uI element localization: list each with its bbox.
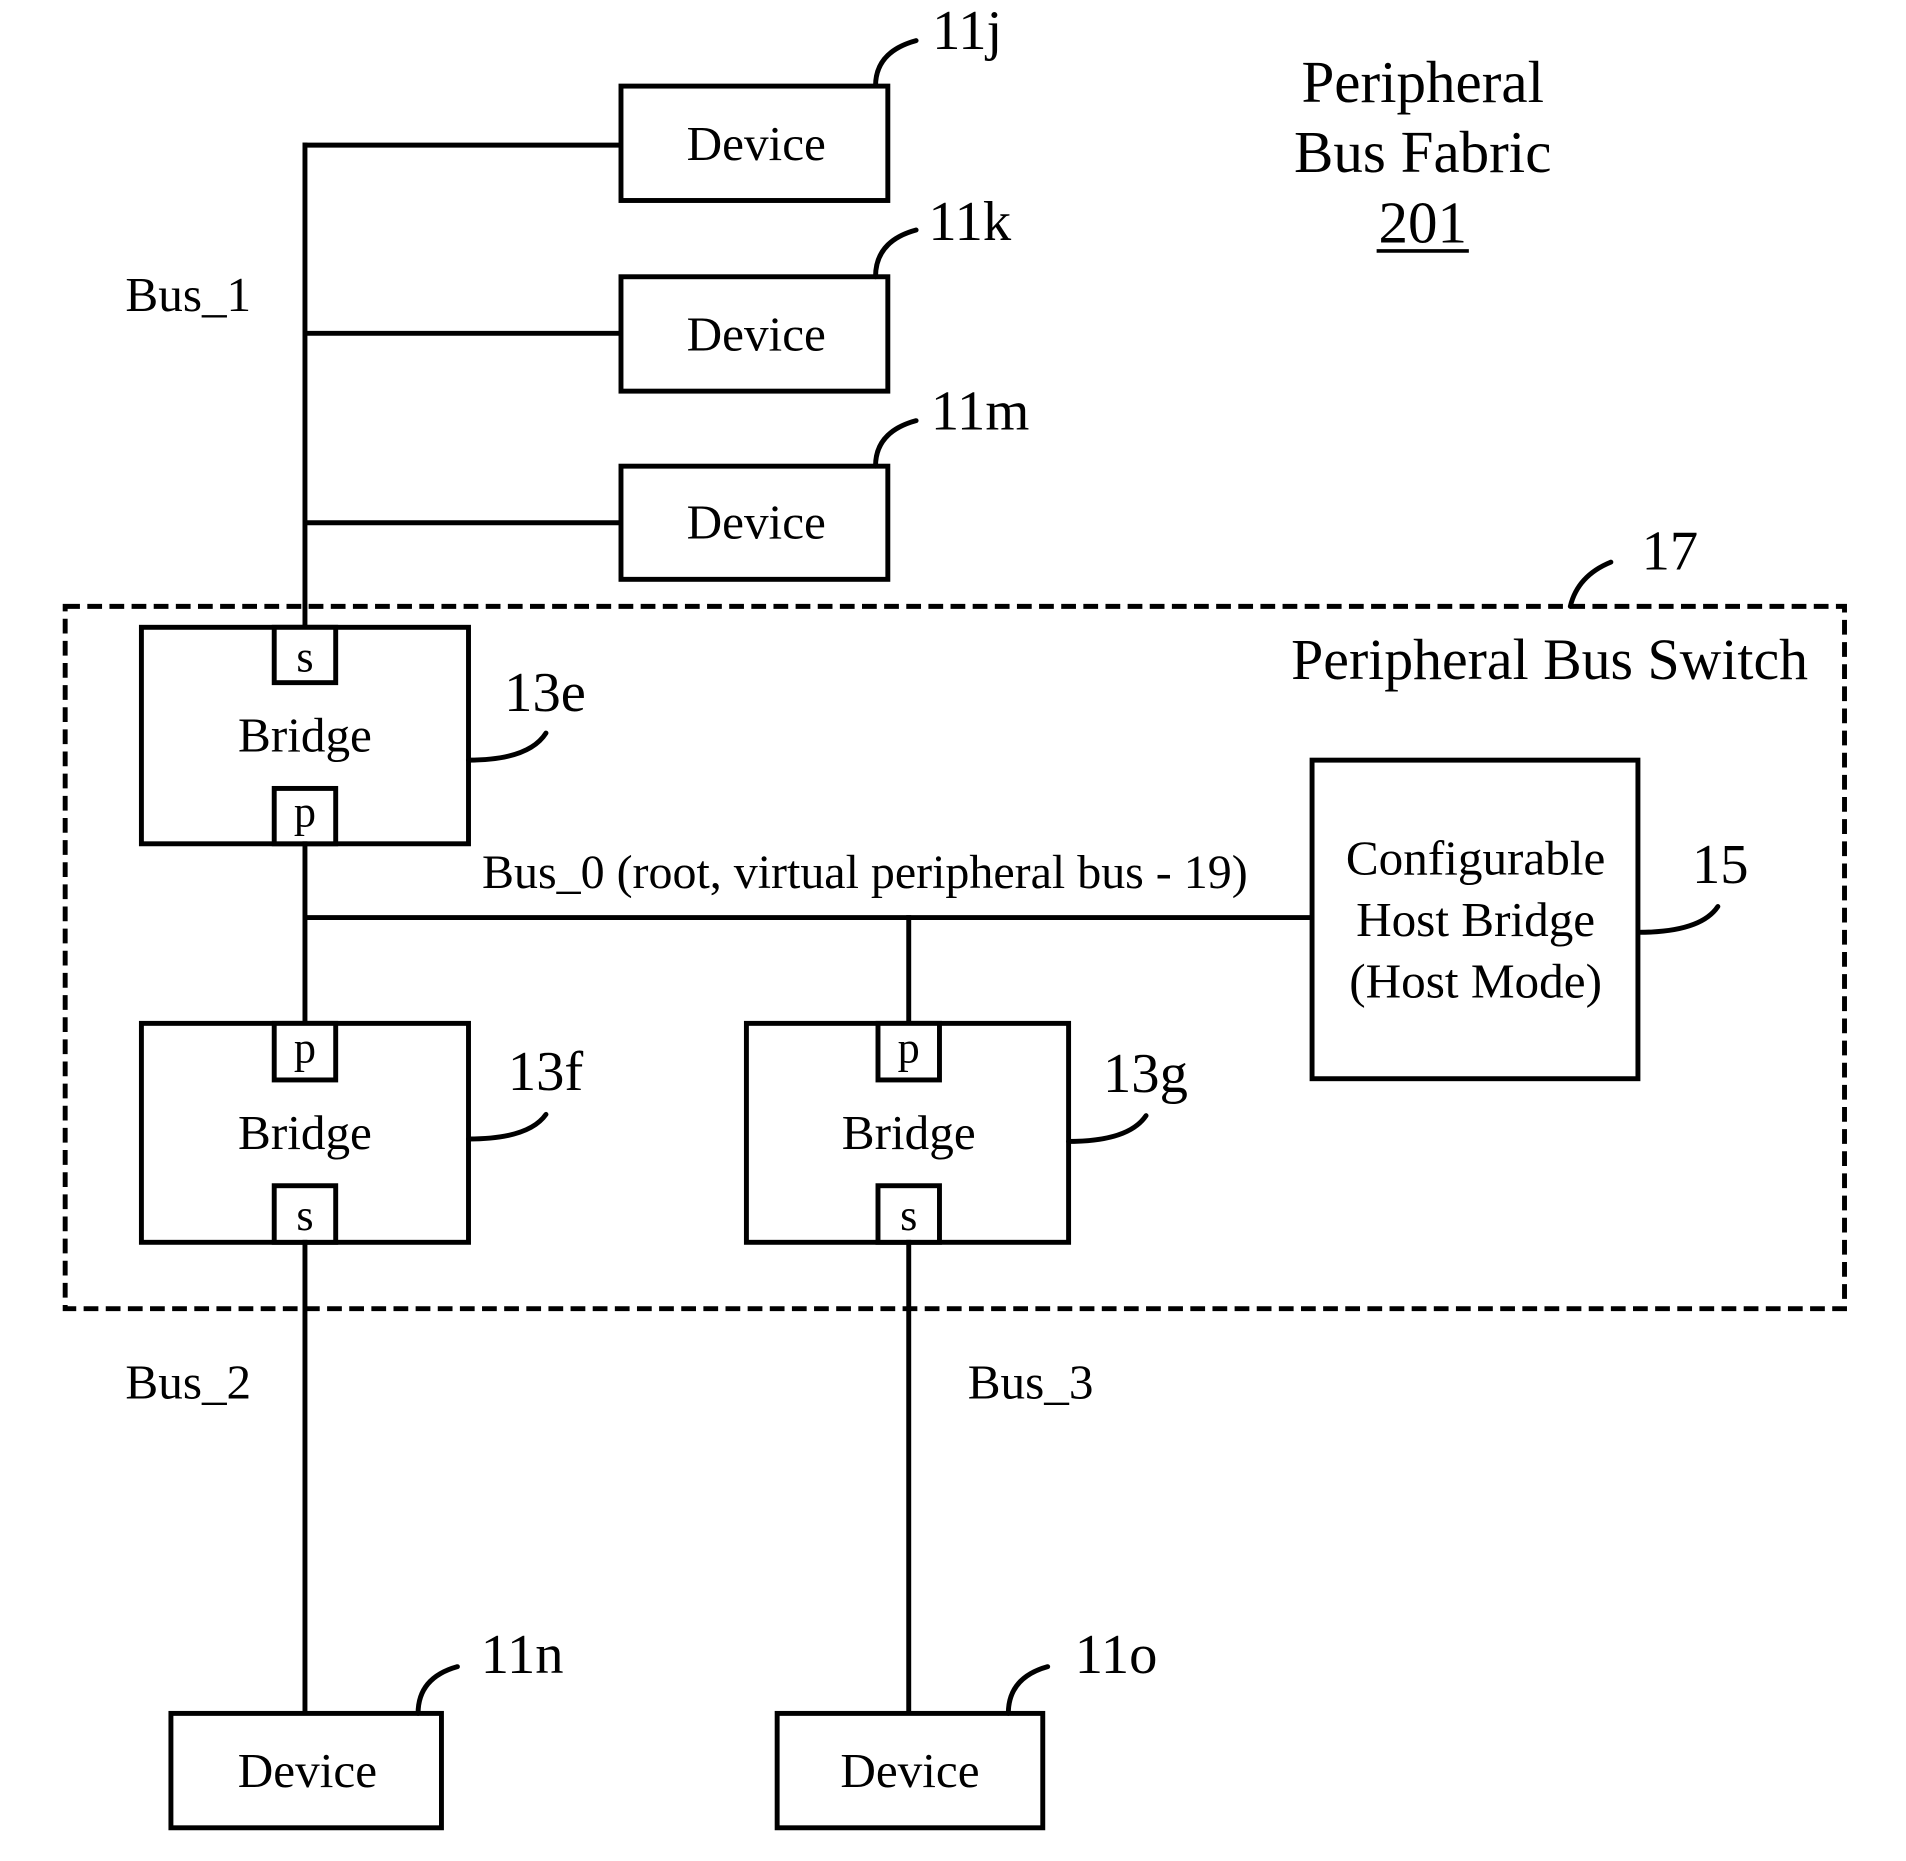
leader-line bbox=[466, 730, 549, 763]
port-label: p bbox=[294, 788, 316, 837]
leader-line bbox=[466, 1111, 549, 1142]
bus-2: Bus_2 bbox=[125, 1239, 308, 1716]
port-label: s bbox=[900, 1191, 917, 1240]
bridge-ref: 13g bbox=[1103, 1043, 1188, 1105]
device-11o[interactable]: Device 11o bbox=[774, 1624, 1158, 1831]
device-label: Device bbox=[687, 307, 826, 362]
bus-1: Bus_1 bbox=[125, 142, 624, 630]
bridge-label: Bridge bbox=[238, 708, 372, 763]
bus-3-label: Bus_3 bbox=[968, 1355, 1094, 1410]
title-line-1: Peripheral bbox=[1301, 49, 1543, 115]
device-label: Device bbox=[238, 1743, 377, 1798]
device-11n[interactable]: Device 11n bbox=[168, 1624, 564, 1831]
device-11j[interactable]: Device 11j bbox=[618, 0, 1002, 203]
bridge-label: Bridge bbox=[842, 1105, 976, 1160]
host-bridge-ref: 15 bbox=[1692, 834, 1749, 896]
host-bridge-line-2: Host Bridge bbox=[1356, 892, 1595, 947]
host-bridge-line-1: Configurable bbox=[1346, 831, 1606, 886]
leader-line bbox=[873, 418, 919, 469]
bus-0-label: Bus_0 (root, virtual peripheral bus - 19… bbox=[482, 846, 1248, 899]
bus-3: Bus_3 bbox=[906, 1239, 1094, 1716]
device-ref: 11k bbox=[928, 191, 1011, 253]
leader-line bbox=[1005, 1664, 1051, 1716]
device-11k[interactable]: Device 11k bbox=[618, 191, 1012, 394]
bus-1-label: Bus_1 bbox=[125, 267, 251, 322]
title-line-2: Bus Fabric bbox=[1294, 119, 1551, 185]
port-label: s bbox=[296, 633, 313, 682]
title-ref-number: 201 bbox=[1378, 189, 1467, 255]
port-label: p bbox=[294, 1024, 316, 1073]
bridge-13f[interactable]: p Bridge s 13f bbox=[138, 1020, 584, 1245]
device-11m[interactable]: Device 11m bbox=[618, 380, 1029, 582]
configurable-host-bridge[interactable]: Configurable Host Bridge (Host Mode) 15 bbox=[1309, 757, 1749, 1082]
switch-leader-line bbox=[1567, 559, 1614, 609]
port-label: p bbox=[898, 1024, 920, 1073]
leader-line bbox=[1635, 904, 1721, 935]
bus-2-label: Bus_2 bbox=[125, 1355, 251, 1410]
leader-line bbox=[415, 1664, 460, 1716]
device-ref: 11o bbox=[1075, 1624, 1158, 1686]
device-ref: 11n bbox=[481, 1624, 564, 1686]
bus-0: Bus_0 (root, virtual peripheral bus - 19… bbox=[302, 841, 1315, 1026]
device-ref: 11j bbox=[932, 0, 1002, 62]
device-label: Device bbox=[840, 1743, 979, 1798]
device-ref: 11m bbox=[931, 380, 1029, 442]
switch-label: Peripheral Bus Switch bbox=[1291, 627, 1808, 692]
bridge-13g[interactable]: p Bridge s 13g bbox=[743, 1020, 1188, 1245]
device-label: Device bbox=[687, 116, 826, 171]
peripheral-bus-fabric-diagram: Peripheral Bus Fabric 201 Bus_1 Device 1… bbox=[62, 0, 1847, 1831]
bridge-ref: 13f bbox=[508, 1041, 584, 1103]
leader-line bbox=[1066, 1113, 1149, 1144]
leader-line bbox=[873, 227, 919, 280]
bridge-ref: 13e bbox=[504, 662, 586, 724]
device-label: Device bbox=[687, 495, 826, 550]
host-bridge-line-3: (Host Mode) bbox=[1349, 954, 1602, 1009]
port-label: s bbox=[296, 1191, 313, 1240]
bridge-13e[interactable]: s Bridge p 13e bbox=[138, 624, 586, 847]
switch-ref: 17 bbox=[1642, 520, 1699, 582]
fabric-title: Peripheral Bus Fabric 201 bbox=[1294, 49, 1551, 255]
leader-line bbox=[873, 38, 919, 89]
bridge-label: Bridge bbox=[238, 1105, 372, 1160]
